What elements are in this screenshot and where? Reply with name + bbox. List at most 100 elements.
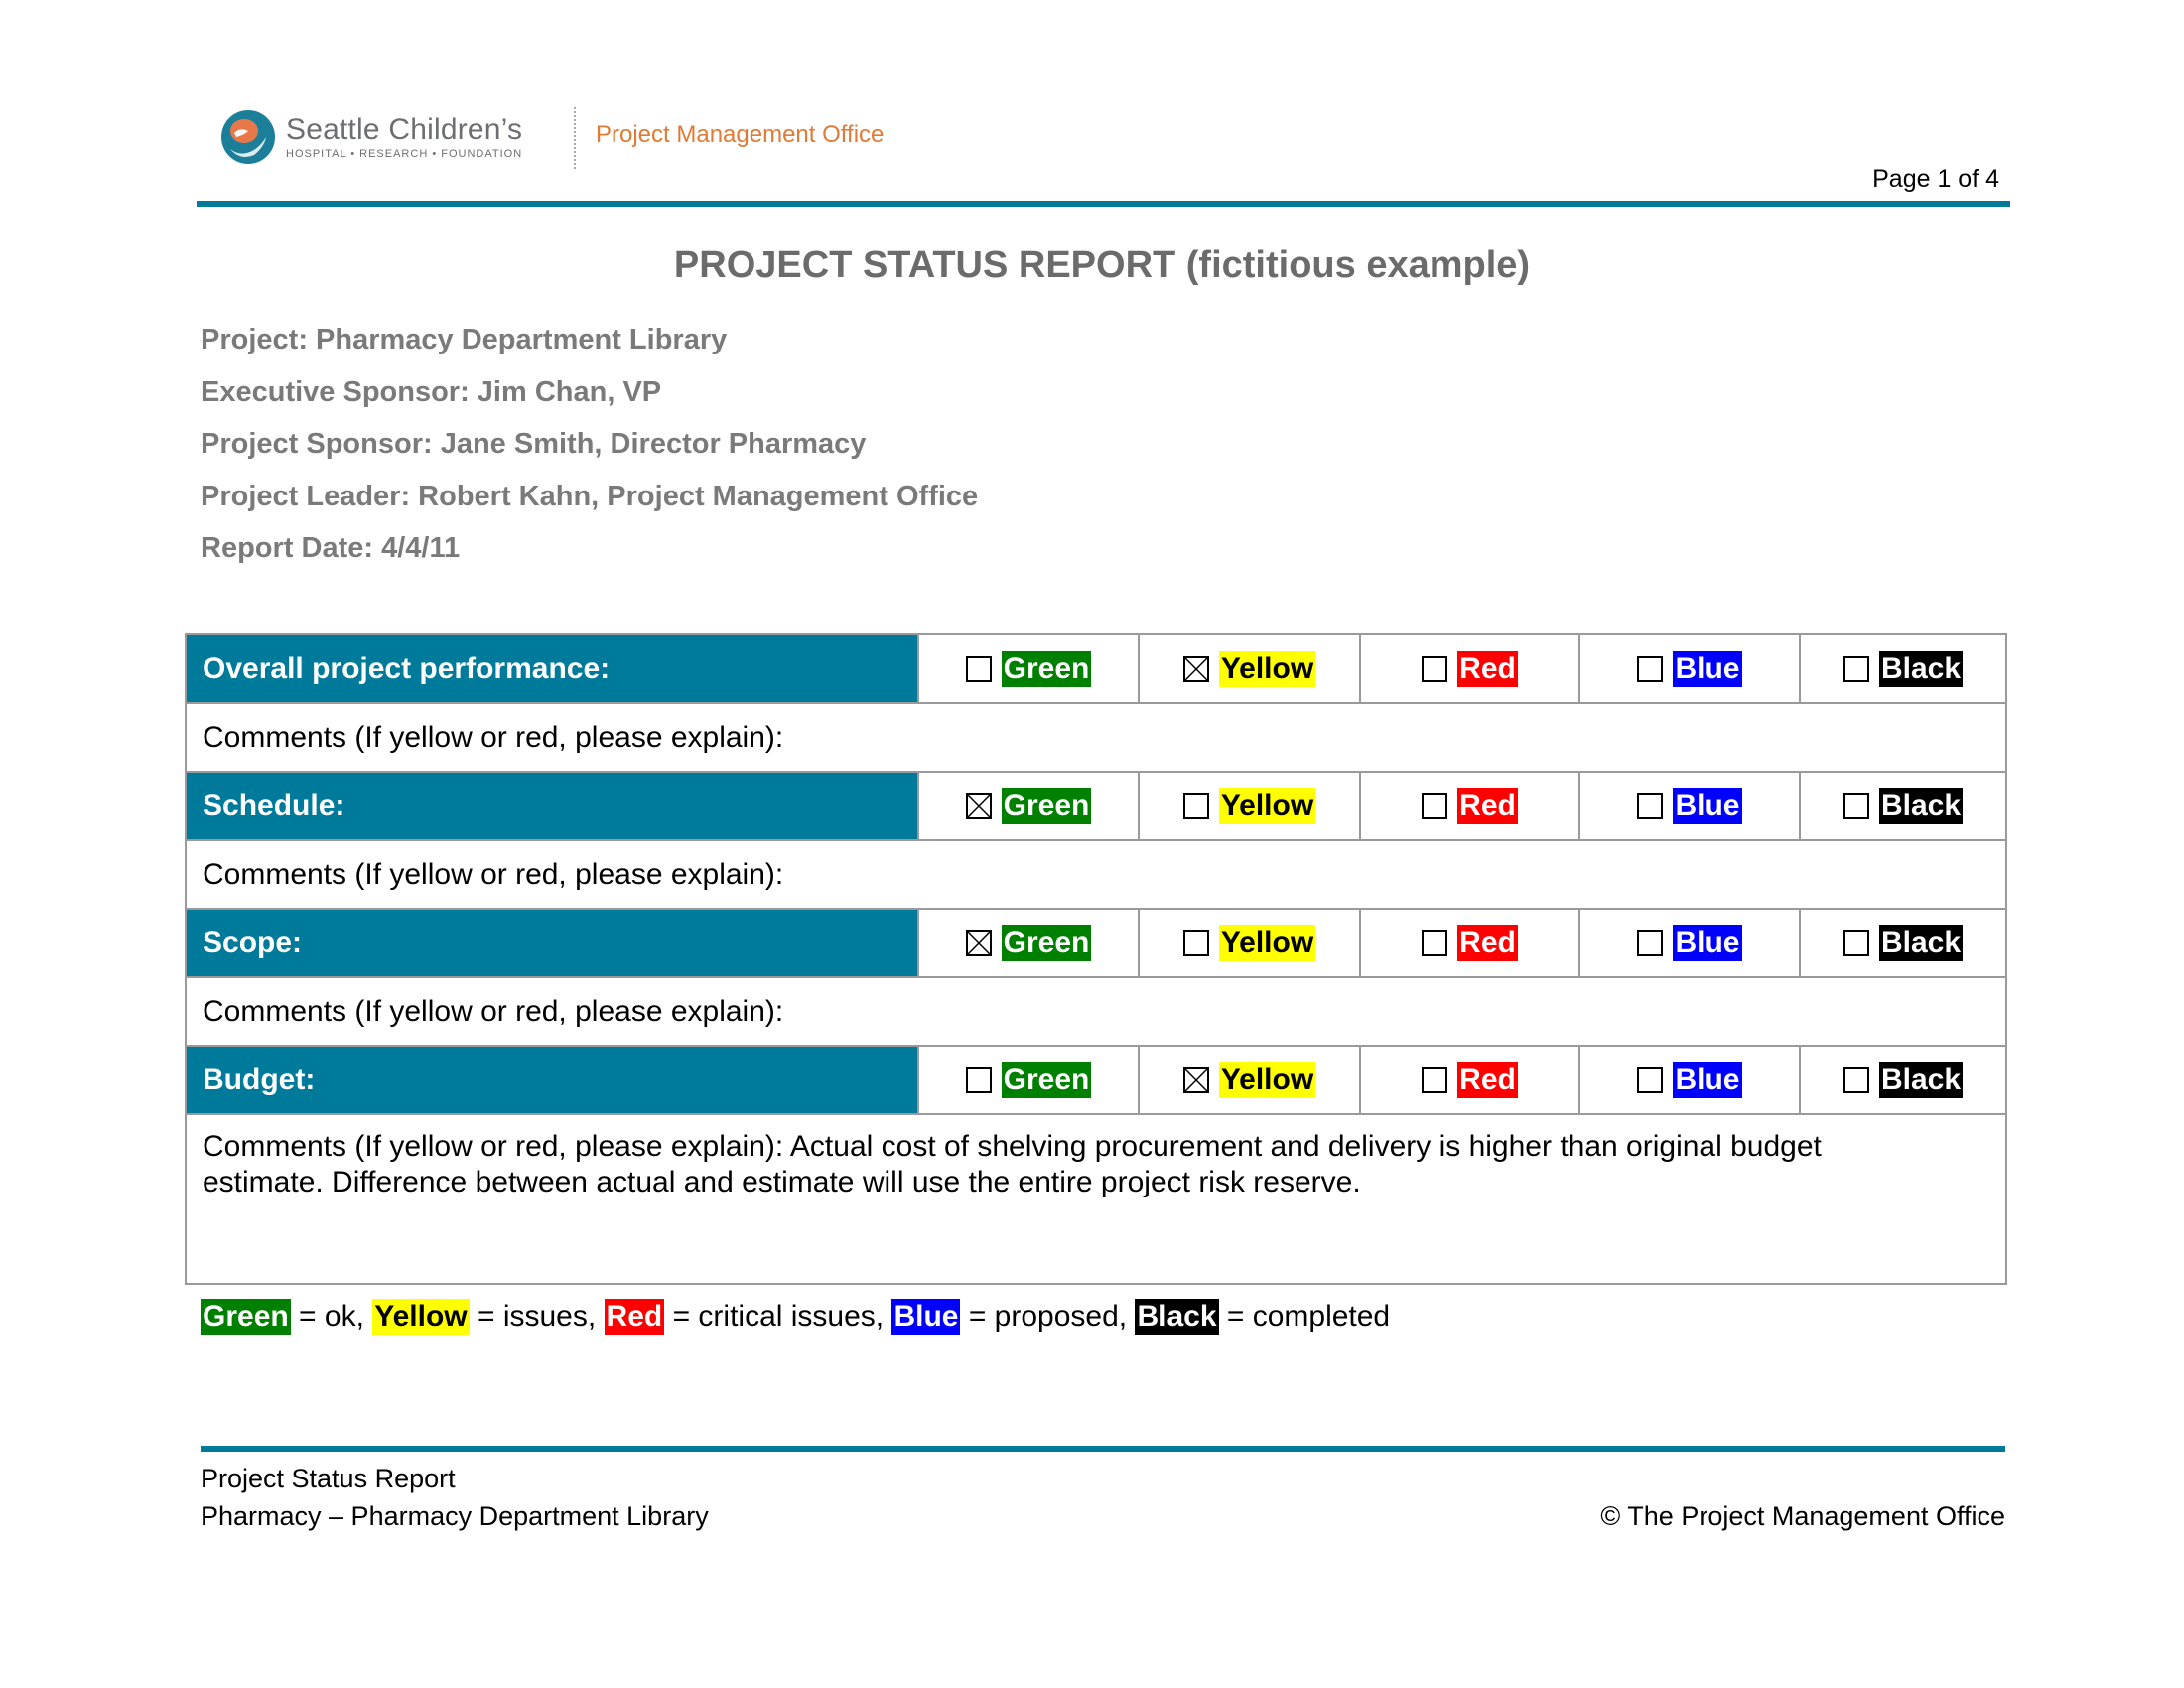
- category-label: Budget:: [185, 1045, 919, 1115]
- legend-meaning: = ok,: [290, 1300, 373, 1333]
- project-leader: Project Leader: Robert Kahn, Project Man…: [201, 480, 979, 512]
- status-chip-red: Red: [1457, 924, 1518, 961]
- status-legend: Green = ok, Yellow = issues, Red = criti…: [201, 1299, 1390, 1335]
- status-chip-blue: Blue: [1673, 787, 1742, 824]
- checkbox-icon[interactable]: [1637, 1066, 1664, 1093]
- status-option-green: Green: [917, 908, 1140, 978]
- checkbox-icon[interactable]: [1422, 1066, 1448, 1093]
- status-option-red: Red: [1359, 633, 1580, 704]
- status-chip-black: Black: [1878, 650, 1964, 687]
- status-row-overall-project-performance: Overall project performance: Green Yellow R…: [185, 633, 2007, 704]
- status-option-yellow: Yellow: [1138, 908, 1361, 978]
- status-chip-yellow: Yellow: [1218, 924, 1316, 961]
- logo-subtitle: HOSPITAL • RESEARCH • FOUNDATION: [286, 148, 523, 160]
- whale-logo-icon: [221, 110, 275, 164]
- checkbox-icon[interactable]: [1637, 792, 1664, 819]
- header-divider: [574, 107, 576, 169]
- status-option-red: Red: [1359, 908, 1580, 978]
- footer-left: Project Status Report Pharmacy – Pharmac…: [201, 1460, 709, 1535]
- report-title: PROJECT STATUS REPORT (fictitious exampl…: [673, 244, 1531, 286]
- category-label: Overall project performance:: [185, 633, 919, 704]
- legend-meaning: = critical issues,: [664, 1300, 892, 1333]
- project-meta: Project: Pharmacy Department Library Exe…: [201, 320, 978, 581]
- checkbox-icon[interactable]: [1843, 792, 1869, 819]
- status-chip-red: Red: [1457, 1061, 1518, 1098]
- status-option-yellow: Yellow: [1138, 771, 1361, 841]
- report-date: Report Date: 4/4/11: [201, 532, 461, 564]
- status-chip-green: Green: [1001, 787, 1092, 824]
- comment-row-budget: Comments (If yellow or red, please expla…: [185, 1113, 2007, 1285]
- category-label: Scope:: [185, 908, 919, 978]
- checked-checkbox-icon[interactable]: [965, 792, 992, 819]
- status-option-green: Green: [917, 1045, 1140, 1115]
- status-option-yellow: Yellow: [1138, 1045, 1361, 1115]
- status-chip-blue: Blue: [1673, 650, 1742, 687]
- footer-project-name: Pharmacy – Pharmacy Department Library: [201, 1501, 709, 1531]
- status-row-schedule: Schedule: Green Yellow Red Blue Black: [185, 771, 2007, 841]
- project-sponsor: Project Sponsor: Jane Smith, Director Ph…: [201, 428, 867, 460]
- status-table: Overall project performance: Green Yellow R…: [185, 633, 2007, 1285]
- status-chip-blue: Blue: [1673, 1061, 1742, 1098]
- status-option-black: Black: [1799, 1045, 2007, 1115]
- executive-sponsor: Executive Sponsor: Jim Chan, VP: [201, 375, 662, 408]
- status-chip-yellow: Yellow: [1218, 650, 1316, 687]
- comment-field[interactable]: Comments (If yellow or red, please expla…: [185, 1113, 2007, 1285]
- status-chip-green: Green: [1001, 924, 1092, 961]
- checkbox-icon[interactable]: [965, 655, 992, 682]
- status-option-blue: Blue: [1578, 908, 1801, 978]
- logo-name: Seattle Children’s: [286, 113, 523, 146]
- organization-logo: Seattle Children’s HOSPITAL • RESEARCH •…: [220, 109, 522, 165]
- footer-rule: [201, 1446, 2005, 1452]
- checkbox-icon[interactable]: [1422, 929, 1448, 956]
- checkbox-icon[interactable]: [1843, 655, 1869, 682]
- page-indicator: Page 1 of 4: [1872, 165, 1999, 193]
- status-option-black: Black: [1799, 633, 2007, 704]
- comment-row-scope: Comments (If yellow or red, please expla…: [185, 976, 2007, 1047]
- status-chip-black: Black: [1878, 1061, 1964, 1098]
- comment-field[interactable]: Comments (If yellow or red, please expla…: [185, 976, 2007, 1047]
- status-row-budget: Budget: Green Yellow Red Blue Black: [185, 1045, 2007, 1115]
- status-option-blue: Blue: [1578, 771, 1801, 841]
- footer-report-name: Project Status Report: [201, 1464, 456, 1493]
- checkbox-icon[interactable]: [1637, 655, 1664, 682]
- legend-meaning: = issues,: [469, 1300, 605, 1333]
- comment-row-schedule: Comments (If yellow or red, please expla…: [185, 839, 2007, 910]
- checkbox-icon[interactable]: [1422, 655, 1448, 682]
- legend-chip-yellow: Yellow: [372, 1299, 470, 1335]
- legend-meaning: = completed: [1218, 1300, 1391, 1333]
- status-chip-yellow: Yellow: [1218, 787, 1316, 824]
- status-option-red: Red: [1359, 771, 1580, 841]
- checkbox-icon[interactable]: [1637, 929, 1664, 956]
- status-chip-red: Red: [1457, 650, 1518, 687]
- status-option-black: Black: [1799, 771, 2007, 841]
- legend-chip-green: Green: [201, 1299, 291, 1335]
- legend-chip-red: Red: [604, 1299, 665, 1335]
- footer-copyright: © The Project Management Office: [1600, 1501, 2005, 1531]
- status-chip-red: Red: [1457, 787, 1518, 824]
- project-name: Project: Pharmacy Department Library: [201, 324, 728, 355]
- department-label: Project Management Office: [596, 121, 885, 148]
- checkbox-icon[interactable]: [1182, 929, 1209, 956]
- checkbox-icon[interactable]: [965, 1066, 992, 1093]
- category-label: Schedule:: [185, 771, 919, 841]
- status-option-green: Green: [917, 771, 1140, 841]
- status-option-red: Red: [1359, 1045, 1580, 1115]
- comment-field[interactable]: Comments (If yellow or red, please expla…: [185, 839, 2007, 910]
- checked-checkbox-icon[interactable]: [1182, 655, 1209, 682]
- checkbox-icon[interactable]: [1843, 1066, 1869, 1093]
- legend-meaning: = proposed,: [960, 1300, 1136, 1333]
- legend-chip-black: Black: [1135, 1299, 1219, 1335]
- status-option-black: Black: [1799, 908, 2007, 978]
- legend-chip-blue: Blue: [891, 1299, 961, 1335]
- checkbox-icon[interactable]: [1422, 792, 1448, 819]
- checked-checkbox-icon[interactable]: [965, 929, 992, 956]
- comment-row-overall-project-performance: Comments (If yellow or red, please expla…: [185, 702, 2007, 773]
- comment-field[interactable]: Comments (If yellow or red, please expla…: [185, 702, 2007, 773]
- status-option-blue: Blue: [1578, 1045, 1801, 1115]
- checkbox-icon[interactable]: [1182, 792, 1209, 819]
- status-chip-green: Green: [1001, 1061, 1092, 1098]
- status-chip-green: Green: [1001, 650, 1092, 687]
- checkbox-icon[interactable]: [1843, 929, 1869, 956]
- status-option-blue: Blue: [1578, 633, 1801, 704]
- checked-checkbox-icon[interactable]: [1182, 1066, 1209, 1093]
